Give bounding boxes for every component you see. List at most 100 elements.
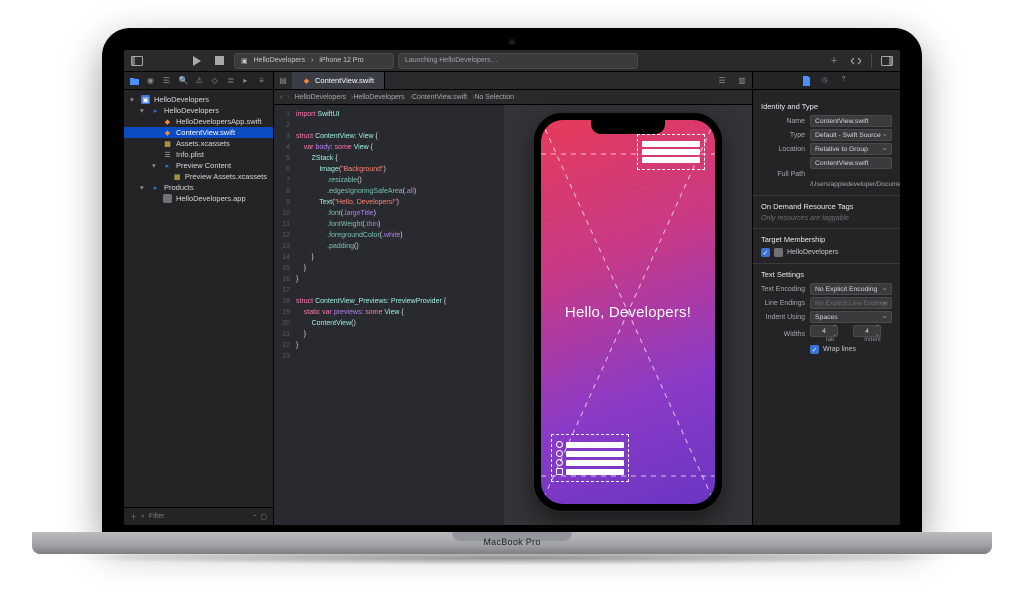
activity-status: Launching HelloDevelopers… [398,53,638,69]
preview-device-frame: Hello, Developers! [534,113,722,511]
tree-row[interactable]: ▦ Assets.xcassets [124,138,273,149]
tab-bar: ▤ ◆ ContentView.swift ☰ ▥ [274,72,752,90]
disclosure-triangle-icon[interactable]: ▾ [140,183,147,192]
filter-placeholder[interactable]: Filter [149,513,248,520]
tree-row[interactable]: ◆ContentView.swift [124,127,273,138]
tree-item-label: HelloDevelopersApp.swift [176,117,261,126]
app-icon [163,194,172,203]
report-navigator-tab[interactable]: ≡ [259,76,267,85]
wrap-checkbox[interactable]: ✓ [810,345,819,354]
camera-dot [509,39,515,45]
tree-row[interactable]: ☰Info.plist [124,149,273,160]
indent-width-stepper[interactable]: 4 [853,325,881,337]
history-inspector-tab[interactable]: ◷ [822,76,832,86]
lineendings-select[interactable]: No Explicit Line Endings [810,297,892,309]
back-button[interactable]: ‹ [280,94,282,101]
source-text[interactable]: import SwiftUI struct ContentView: View … [294,105,504,525]
inspector-tab-bar: ◷ ? [753,72,900,90]
type-label: Type [761,132,805,139]
app-icon [774,248,783,257]
assets-icon: ▦ [174,172,181,181]
find-navigator-tab[interactable]: 🔍 [179,76,188,85]
scheme-selector[interactable]: ▣ HelloDevelopers › iPhone 12 Pro [234,53,394,69]
assets-icon: ▦ [163,139,172,148]
location-file: ContentView.swift [810,157,892,169]
tree-row[interactable]: ▾ ▸ HelloDevelopers [124,105,273,116]
run-button[interactable] [190,54,204,68]
text-settings-title: Text Settings [761,270,892,279]
toggle-right-panel-button[interactable] [880,54,894,68]
tree-row[interactable]: ▾▸Products [124,182,273,193]
help-inspector-tab[interactable]: ? [842,76,852,86]
debug-navigator-tab[interactable]: ≣ [227,76,235,85]
app-icon: ▣ [241,57,248,65]
encoding-select[interactable]: No Explicit Encoding [810,283,892,295]
tree-row[interactable]: HelloDevelopers.app [124,193,273,204]
editor-tab-contentview[interactable]: ◆ ContentView.swift [292,72,385,89]
tree-item-label: HelloDevelopers [164,106,219,115]
symbol-navigator-tab[interactable]: ☰ [163,76,171,85]
editor-options-button[interactable]: ☰ [712,74,732,88]
tree-item-label: Preview Content [176,161,231,170]
tree-row[interactable]: ◆HelloDevelopersApp.swift [124,116,273,127]
toggle-left-panel-button[interactable] [130,54,144,68]
toolbar-divider [871,54,872,68]
library-button[interactable] [849,54,863,68]
target-section-title: Target Membership [761,235,892,244]
jumpbar-segment[interactable]: HelloDevelopers [295,94,354,101]
tree-row[interactable]: ▦Preview Assets.xcassets [124,171,273,182]
add-button[interactable]: ＋ [827,54,841,68]
disclosure-triangle-icon[interactable]: ▾ [152,161,159,170]
breakpoint-navigator-tab[interactable]: ▸ [243,76,251,85]
source-control-tab[interactable]: ◉ [147,76,155,85]
recent-filter-button[interactable]: ◔ [252,513,256,520]
disclosure-triangle-icon[interactable]: ▾ [130,95,137,104]
jump-bar[interactable]: ‹ › HelloDevelopersHelloDevelopersConten… [274,90,752,105]
scheme-project: HelloDevelopers [254,57,305,64]
tree-row[interactable]: ▾▣HelloDevelopers [124,94,273,105]
folder-icon: ▸ [163,161,172,170]
scm-filter-button[interactable]: ▢ [260,513,267,521]
code-editor[interactable]: 1234567891011121314151617181920212223 im… [274,105,504,525]
tree-item-label: ContentView.swift [176,128,235,137]
identity-section-title: Identity and Type [761,102,892,111]
file-inspector-tab[interactable] [802,76,812,86]
name-field[interactable]: ContentView.swift [810,115,892,127]
indent-label: Indent Using [761,314,805,321]
jumpbar-segment[interactable]: ContentView.swift [412,94,474,101]
add-target-button[interactable]: ＋ [130,512,137,522]
target-checkbox[interactable]: ✓ [761,248,770,257]
disclosure-triangle-icon[interactable]: ▾ [140,106,147,115]
stop-button[interactable] [212,54,226,68]
xcode-toolbar: ▣ HelloDevelopers › iPhone 12 Pro Launch… [124,50,900,72]
navigator-panel: ◉ ☰ 🔍 ⚠ ◇ ≣ ▸ ≡ ▾ ▣ HelloDevelopers ▾ ▸ Hello… [124,72,274,525]
laptop-model-label: MacBook Pro [483,537,540,547]
issue-navigator-tab[interactable]: ⚠ [196,76,204,85]
related-items-button[interactable]: ▤ [274,74,292,88]
tree-item-label: Products [164,183,194,192]
fullpath-value: /Users/appledeveloper/Documents/HelloDev… [761,180,892,189]
navigator-filter-bar: ＋ ⌕ Filter ◔ ▢ [124,507,273,525]
tree-item-label: Assets.xcassets [176,139,230,148]
project-icon: ▣ [141,95,150,104]
folder-icon: ▸ [151,106,160,115]
jumpbar-segment[interactable]: No Selection [474,94,517,101]
location-select[interactable]: Relative to Group [810,143,892,155]
swiftui-canvas[interactable]: Hello, Developers! [504,105,752,525]
indent-select[interactable]: Spaces [810,311,892,323]
jumpbar-segment[interactable]: HelloDevelopers [353,94,412,101]
scheme-device: iPhone 12 Pro [319,57,363,64]
add-editor-button[interactable]: ▥ [732,74,752,88]
forward-button[interactable]: › [287,94,289,101]
annotation-block-bottom [551,434,629,482]
swift-icon: ◆ [302,76,311,85]
tab-width-stepper[interactable]: 4 [810,325,838,337]
wrap-label: Wrap lines [823,346,856,353]
type-select[interactable]: Default - Swift Source [810,129,892,141]
tree-row[interactable]: ▾ ▸ Preview Content [124,160,273,171]
project-tree[interactable]: ▾ ▣ HelloDevelopers▾ ▸ HelloDevelopers◆Hello… [124,90,273,507]
test-navigator-tab[interactable]: ◇ [212,76,220,85]
preview-screen: Hello, Developers! [541,120,715,504]
project-navigator-tab[interactable] [130,76,139,85]
inspector-panel: ◷ ? Identity and Type NameContentView.sw… [752,72,900,525]
